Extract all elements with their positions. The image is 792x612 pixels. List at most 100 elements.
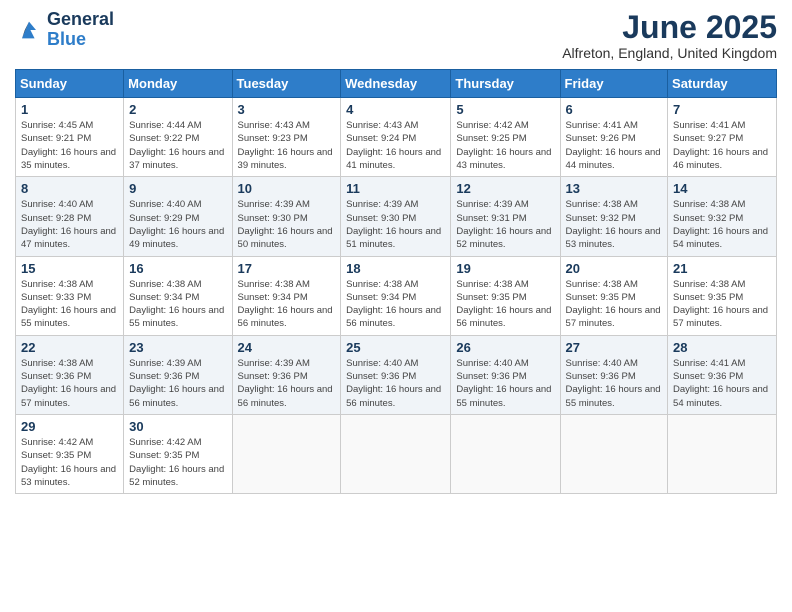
day-info: Sunrise: 4:42 AMSunset: 9:25 PMDaylight:… — [456, 119, 554, 172]
day-info: Sunrise: 4:43 AMSunset: 9:24 PMDaylight:… — [346, 119, 445, 172]
calendar-cell: 14 Sunrise: 4:38 AMSunset: 9:32 PMDayligh… — [668, 177, 777, 256]
day-number: 18 — [346, 261, 445, 276]
day-number: 9 — [129, 181, 226, 196]
calendar-cell: 9 Sunrise: 4:40 AMSunset: 9:29 PMDaylight… — [124, 177, 232, 256]
day-number: 15 — [21, 261, 118, 276]
day-info: Sunrise: 4:38 AMSunset: 9:35 PMDaylight:… — [566, 278, 663, 331]
day-info: Sunrise: 4:39 AMSunset: 9:30 PMDaylight:… — [238, 198, 336, 251]
day-number: 17 — [238, 261, 336, 276]
calendar-cell: 1 Sunrise: 4:45 AMSunset: 9:21 PMDaylight… — [16, 98, 124, 177]
calendar-week-row: 8 Sunrise: 4:40 AMSunset: 9:28 PMDaylight… — [16, 177, 777, 256]
location: Alfreton, England, United Kingdom — [562, 45, 777, 61]
calendar-cell: 23Sunrise: 4:39 AMSunset: 9:36 PMDayligh… — [124, 335, 232, 414]
calendar-header-row: SundayMondayTuesdayWednesdayThursdayFrid… — [16, 70, 777, 98]
calendar-header-tuesday: Tuesday — [232, 70, 341, 98]
calendar-week-row: 15Sunrise: 4:38 AMSunset: 9:33 PMDayligh… — [16, 256, 777, 335]
calendar-cell: 3 Sunrise: 4:43 AMSunset: 9:23 PMDaylight… — [232, 98, 341, 177]
day-info: Sunrise: 4:38 AMSunset: 9:32 PMDaylight:… — [566, 198, 663, 251]
calendar-cell — [668, 414, 777, 493]
day-info: Sunrise: 4:38 AMSunset: 9:35 PMDaylight:… — [456, 278, 554, 331]
calendar-table: SundayMondayTuesdayWednesdayThursdayFrid… — [15, 69, 777, 494]
calendar-cell: 17Sunrise: 4:38 AMSunset: 9:34 PMDayligh… — [232, 256, 341, 335]
day-info: Sunrise: 4:39 AMSunset: 9:36 PMDaylight:… — [238, 357, 336, 410]
day-number: 8 — [21, 181, 118, 196]
calendar-cell: 2 Sunrise: 4:44 AMSunset: 9:22 PMDaylight… — [124, 98, 232, 177]
calendar-cell: 5 Sunrise: 4:42 AMSunset: 9:25 PMDaylight… — [451, 98, 560, 177]
day-number: 19 — [456, 261, 554, 276]
calendar-cell: 25 Sunrise: 4:40 AMSunset: 9:36 PMDayligh… — [341, 335, 451, 414]
day-info: Sunrise: 4:40 AMSunset: 9:36 PMDaylight:… — [346, 357, 445, 410]
calendar-cell: 15Sunrise: 4:38 AMSunset: 9:33 PMDayligh… — [16, 256, 124, 335]
calendar-cell: 30Sunrise: 4:42 AMSunset: 9:35 PMDayligh… — [124, 414, 232, 493]
calendar-cell: 29Sunrise: 4:42 AMSunset: 9:35 PMDayligh… — [16, 414, 124, 493]
day-number: 20 — [566, 261, 663, 276]
day-info: Sunrise: 4:40 AMSunset: 9:29 PMDaylight:… — [129, 198, 226, 251]
calendar-header-thursday: Thursday — [451, 70, 560, 98]
calendar-header-saturday: Saturday — [668, 70, 777, 98]
day-number: 6 — [566, 102, 663, 117]
calendar-cell: 4 Sunrise: 4:43 AMSunset: 9:24 PMDaylight… — [341, 98, 451, 177]
day-number: 13 — [566, 181, 663, 196]
calendar-week-row: 1 Sunrise: 4:45 AMSunset: 9:21 PMDaylight… — [16, 98, 777, 177]
calendar-cell: 8 Sunrise: 4:40 AMSunset: 9:28 PMDaylight… — [16, 177, 124, 256]
calendar-cell: 27Sunrise: 4:40 AMSunset: 9:36 PMDayligh… — [560, 335, 668, 414]
day-info: Sunrise: 4:42 AMSunset: 9:35 PMDaylight:… — [21, 436, 118, 489]
title-area: June 2025 Alfreton, England, United King… — [562, 10, 777, 61]
day-info: Sunrise: 4:45 AMSunset: 9:21 PMDaylight:… — [21, 119, 118, 172]
calendar-cell: 22 Sunrise: 4:38 AMSunset: 9:36 PMDayligh… — [16, 335, 124, 414]
day-number: 14 — [673, 181, 771, 196]
calendar-header-monday: Monday — [124, 70, 232, 98]
day-number: 2 — [129, 102, 226, 117]
day-number: 24 — [238, 340, 336, 355]
calendar-week-row: 29Sunrise: 4:42 AMSunset: 9:35 PMDayligh… — [16, 414, 777, 493]
day-info: Sunrise: 4:38 AMSunset: 9:34 PMDaylight:… — [129, 278, 226, 331]
calendar-cell: 6 Sunrise: 4:41 AMSunset: 9:26 PMDaylight… — [560, 98, 668, 177]
calendar-cell: 11 Sunrise: 4:39 AMSunset: 9:30 PMDayligh… — [341, 177, 451, 256]
day-info: Sunrise: 4:40 AMSunset: 9:28 PMDaylight:… — [21, 198, 118, 251]
day-number: 28 — [673, 340, 771, 355]
calendar-cell: 24 Sunrise: 4:39 AMSunset: 9:36 PMDayligh… — [232, 335, 341, 414]
day-number: 1 — [21, 102, 118, 117]
day-number: 22 — [21, 340, 118, 355]
day-number: 27 — [566, 340, 663, 355]
day-number: 21 — [673, 261, 771, 276]
calendar-cell: 13 Sunrise: 4:38 AMSunset: 9:32 PMDayligh… — [560, 177, 668, 256]
day-number: 5 — [456, 102, 554, 117]
day-info: Sunrise: 4:39 AMSunset: 9:36 PMDaylight:… — [129, 357, 226, 410]
calendar-cell: 7Sunrise: 4:41 AMSunset: 9:27 PMDaylight… — [668, 98, 777, 177]
day-info: Sunrise: 4:41 AMSunset: 9:36 PMDaylight:… — [673, 357, 771, 410]
page: General Blue June 2025 Alfreton, England… — [0, 0, 792, 612]
calendar-cell: 18 Sunrise: 4:38 AMSunset: 9:34 PMDayligh… — [341, 256, 451, 335]
day-number: 30 — [129, 419, 226, 434]
day-number: 25 — [346, 340, 445, 355]
day-number: 4 — [346, 102, 445, 117]
day-info: Sunrise: 4:38 AMSunset: 9:36 PMDaylight:… — [21, 357, 118, 410]
day-number: 16 — [129, 261, 226, 276]
calendar-cell: 20 Sunrise: 4:38 AMSunset: 9:35 PMDayligh… — [560, 256, 668, 335]
calendar-cell: 21 Sunrise: 4:38 AMSunset: 9:35 PMDayligh… — [668, 256, 777, 335]
logo-text: General Blue — [47, 10, 114, 50]
day-number: 3 — [238, 102, 336, 117]
day-info: Sunrise: 4:38 AMSunset: 9:35 PMDaylight:… — [673, 278, 771, 331]
calendar-cell: 19 Sunrise: 4:38 AMSunset: 9:35 PMDayligh… — [451, 256, 560, 335]
calendar-cell — [560, 414, 668, 493]
calendar-cell: 12Sunrise: 4:39 AMSunset: 9:31 PMDayligh… — [451, 177, 560, 256]
day-number: 26 — [456, 340, 554, 355]
day-info: Sunrise: 4:38 AMSunset: 9:32 PMDaylight:… — [673, 198, 771, 251]
calendar-cell: 16 Sunrise: 4:38 AMSunset: 9:34 PMDayligh… — [124, 256, 232, 335]
day-info: Sunrise: 4:40 AMSunset: 9:36 PMDaylight:… — [456, 357, 554, 410]
calendar-header-wednesday: Wednesday — [341, 70, 451, 98]
header: General Blue June 2025 Alfreton, England… — [15, 10, 777, 61]
calendar-cell: 26 Sunrise: 4:40 AMSunset: 9:36 PMDayligh… — [451, 335, 560, 414]
day-info: Sunrise: 4:41 AMSunset: 9:26 PMDaylight:… — [566, 119, 663, 172]
calendar-week-row: 22 Sunrise: 4:38 AMSunset: 9:36 PMDayligh… — [16, 335, 777, 414]
day-number: 11 — [346, 181, 445, 196]
calendar-cell — [232, 414, 341, 493]
calendar-cell: 28 Sunrise: 4:41 AMSunset: 9:36 PMDayligh… — [668, 335, 777, 414]
calendar-cell: 10Sunrise: 4:39 AMSunset: 9:30 PMDayligh… — [232, 177, 341, 256]
day-info: Sunrise: 4:38 AMSunset: 9:34 PMDaylight:… — [346, 278, 445, 331]
day-info: Sunrise: 4:39 AMSunset: 9:30 PMDaylight:… — [346, 198, 445, 251]
day-info: Sunrise: 4:43 AMSunset: 9:23 PMDaylight:… — [238, 119, 336, 172]
logo-icon — [15, 16, 43, 44]
day-info: Sunrise: 4:44 AMSunset: 9:22 PMDaylight:… — [129, 119, 226, 172]
